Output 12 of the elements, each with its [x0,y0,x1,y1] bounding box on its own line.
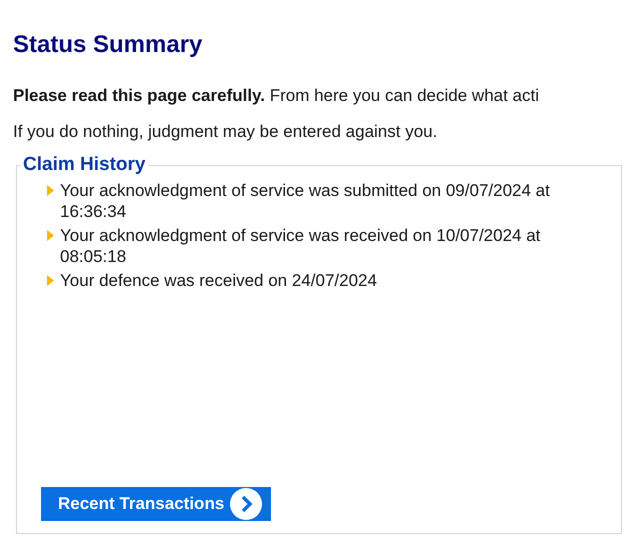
bullet-arrow-icon [47,230,54,240]
intro-text: Please read this page carefully. From here you can decide what acti [13,85,540,107]
warning-text: If you do nothing, judgment may be entered against you. [13,121,438,143]
recent-transactions-button[interactable]: Recent Transactions [41,487,272,521]
history-entry: Your defence was received on 24/07/2024 [60,270,377,290]
bullet-arrow-icon [47,274,54,286]
page-title: Status Summary [13,30,202,60]
history-entry: Your acknowledgment of service was submitted on 09/07/2024 at 16:36:34 [60,180,551,222]
panel-legend: Claim History [20,151,148,180]
history-entry: Your acknowledgment of service was received on 10/07/2024 at 08:05:18 [60,224,542,266]
chevron-right-icon [230,488,262,520]
bullet-arrow-icon [47,184,54,196]
